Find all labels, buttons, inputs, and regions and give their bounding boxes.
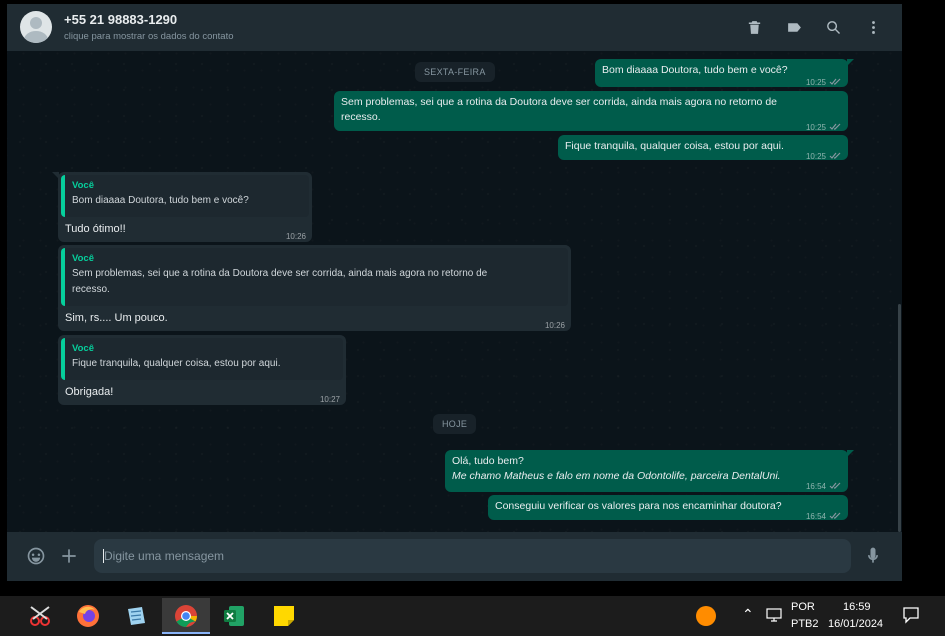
scrollbar[interactable]	[898, 304, 901, 532]
message-bubble[interactable]: Fique tranquila, qualquer coisa, estou p…	[558, 135, 848, 161]
read-ticks-icon	[829, 510, 841, 519]
text-caret	[103, 549, 104, 563]
snipping-tool-icon[interactable]	[16, 598, 64, 634]
search-icon[interactable]	[822, 16, 844, 38]
chevron-up-icon[interactable]: ⌃	[742, 606, 754, 623]
language-indicator[interactable]: POR	[791, 601, 815, 613]
chat-header[interactable]: +55 21 98883-1290 clique para mostrar os…	[7, 4, 902, 51]
quote-author: Você	[72, 253, 95, 264]
quoted-message[interactable]: Você Bom diaaaa Doutora, tudo bem e você…	[61, 175, 309, 217]
message-bubble[interactable]: Você Bom diaaaa Doutora, tudo bem e você…	[52, 172, 312, 242]
message-bubble[interactable]: Você Fique tranquila, qualquer coisa, es…	[58, 335, 346, 405]
whatsapp-window: +55 21 98883-1290 clique para mostrar os…	[7, 4, 902, 581]
avatar[interactable]	[20, 11, 52, 43]
message-text: Olá, tudo bem? Me chamo Matheus e falo e…	[452, 455, 781, 482]
message-time: 10:27	[319, 395, 340, 404]
contact-name[interactable]: +55 21 98883-1290	[64, 12, 177, 27]
message-time: 10:25	[805, 78, 826, 87]
network-icon[interactable]	[766, 608, 782, 622]
notepad-icon[interactable]	[112, 598, 160, 634]
message-text: Conseguiu verificar os valores para nos …	[495, 500, 782, 512]
quote-text: Sem problemas, sei que a rotina da Douto…	[72, 268, 488, 295]
label-icon[interactable]	[783, 16, 805, 38]
delete-icon[interactable]	[743, 16, 765, 38]
message-time: 10:26	[544, 321, 565, 330]
message-input[interactable]	[94, 539, 851, 573]
contact-subtitle[interactable]: clique para mostrar os dados do contato	[64, 31, 234, 42]
notification-icon[interactable]	[902, 606, 920, 624]
message-text: Obrigada!	[65, 386, 114, 398]
message-text: Sem problemas, sei que a rotina da Douto…	[341, 96, 777, 123]
chrome-icon[interactable]	[162, 598, 210, 634]
message-bubble[interactable]: Você Sem problemas, sei que a rotina da …	[58, 245, 571, 331]
message-time: 16:54	[805, 512, 826, 521]
quote-author: Você	[72, 343, 95, 354]
keyboard-layout[interactable]: PTB2	[791, 618, 819, 630]
clock-time[interactable]: 16:59	[843, 601, 871, 613]
message-bubble[interactable]: Sem problemas, sei que a rotina da Douto…	[334, 91, 848, 132]
message-text: Bom diaaaa Doutora, tudo bem e você?	[602, 64, 788, 76]
message-text: Sim, rs.... Um pouco.	[65, 312, 168, 324]
message-bubble[interactable]: Conseguiu verificar os valores para nos …	[488, 495, 848, 521]
message-bubble[interactable]: Bom diaaaa Doutora, tudo bem e você? 10:…	[595, 59, 854, 87]
message-text: Tudo ótimo!!	[65, 223, 126, 235]
date-pill: HOJE	[433, 414, 477, 434]
composer	[7, 532, 902, 581]
quote-text: Fique tranquila, qualquer coisa, estou p…	[72, 358, 281, 369]
weather-icon[interactable]	[696, 606, 716, 626]
menu-icon[interactable]	[862, 16, 884, 38]
attach-plus-icon[interactable]	[58, 545, 80, 567]
clock-date[interactable]: 16/01/2024	[828, 618, 883, 630]
read-ticks-icon	[829, 76, 841, 85]
message-time: 10:26	[285, 232, 306, 241]
read-ticks-icon	[829, 480, 841, 489]
date-pill: SEXTA-FEIRA	[415, 62, 495, 82]
firefox-icon[interactable]	[64, 598, 112, 634]
message-list[interactable]: SEXTA-FEIRA Bom diaaaa Doutora, tudo bem…	[7, 51, 902, 532]
quote-text: Bom diaaaa Doutora, tudo bem e você?	[72, 195, 249, 206]
message-time: 16:54	[805, 482, 826, 491]
emoji-icon[interactable]	[25, 545, 47, 567]
message-time: 10:25	[805, 123, 826, 132]
read-ticks-icon	[829, 121, 841, 130]
quoted-message[interactable]: Você Fique tranquila, qualquer coisa, es…	[61, 338, 343, 380]
message-bubble[interactable]: Olá, tudo bem? Me chamo Matheus e falo e…	[445, 450, 854, 492]
microphone-icon[interactable]	[862, 545, 884, 567]
message-time: 10:25	[805, 152, 826, 161]
quote-author: Você	[72, 180, 95, 191]
excel-icon[interactable]	[210, 598, 258, 634]
read-ticks-icon	[829, 150, 841, 159]
quoted-message[interactable]: Você Sem problemas, sei que a rotina da …	[61, 248, 568, 306]
message-text: Fique tranquila, qualquer coisa, estou p…	[565, 140, 784, 152]
windows-taskbar: ⌃ POR PTB2 16:59 16/01/2024	[0, 596, 945, 636]
sticky-notes-icon[interactable]	[260, 598, 308, 634]
